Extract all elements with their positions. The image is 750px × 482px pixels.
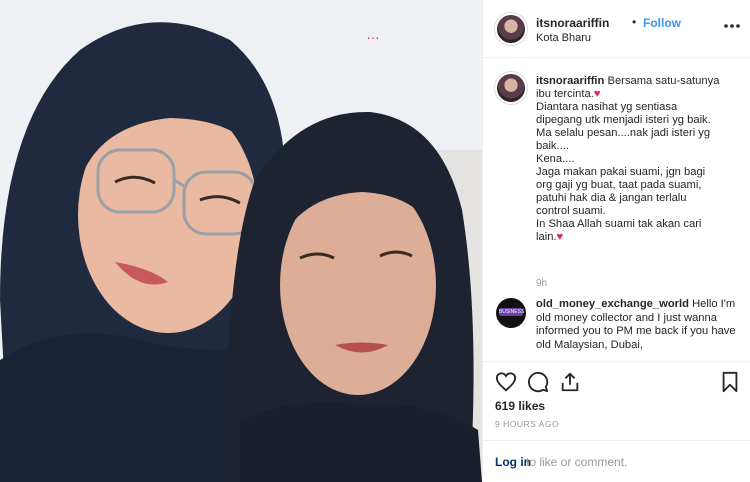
- heart-icon[interactable]: [495, 371, 517, 393]
- caption-avatar[interactable]: [495, 72, 527, 104]
- caption-time: 9h: [536, 278, 548, 289]
- post-side-panel: itsnoraariffin • Follow Kota Bharu itsno…: [482, 0, 750, 482]
- heart-emoji: ♥: [556, 231, 564, 243]
- share-icon[interactable]: [559, 371, 581, 393]
- follow-button[interactable]: Follow: [643, 16, 681, 30]
- comment-icon[interactable]: [527, 371, 549, 393]
- author-avatar[interactable]: [495, 13, 527, 45]
- header-separator: •: [632, 15, 637, 29]
- caption-line2: ibu tercinta.: [536, 88, 594, 100]
- post-photo[interactable]: …: [0, 0, 482, 482]
- comments-list[interactable]: itsnoraariffin Bersama satu-satunya ibu …: [483, 58, 750, 358]
- bookmark-icon[interactable]: [719, 371, 741, 393]
- commenter-username[interactable]: old_money_exchange_world: [536, 298, 689, 310]
- caption-body: Diantara nasihat yg sentiasa dipegang ut…: [536, 101, 711, 243]
- photo-more-dots: …: [366, 26, 381, 42]
- comment-text: old_money_exchange_world Hello I'm old m…: [536, 298, 736, 352]
- post-timestamp[interactable]: 9 HOURS AGO: [495, 419, 559, 429]
- login-bar: Log in to like or comment.: [483, 440, 750, 482]
- login-prompt: to like or comment.: [526, 455, 628, 469]
- author-username[interactable]: itsnoraariffin: [536, 16, 609, 30]
- ellipsis-icon[interactable]: [723, 16, 741, 34]
- caption-username[interactable]: itsnoraariffin: [536, 75, 604, 87]
- heart-emoji: ♥: [593, 88, 601, 100]
- commenter-avatar[interactable]: BUSINESS: [496, 298, 526, 328]
- post-location[interactable]: Kota Bharu: [536, 32, 591, 44]
- caption-text: itsnoraariffin Bersama satu-satunya ibu …: [536, 75, 732, 244]
- likes-count[interactable]: 619 likes: [495, 399, 545, 413]
- caption-line1: Bersama satu-satunya: [607, 75, 720, 87]
- post-header: itsnoraariffin • Follow Kota Bharu: [483, 0, 750, 58]
- photo-illustration: [0, 0, 482, 482]
- action-bar: [483, 361, 750, 399]
